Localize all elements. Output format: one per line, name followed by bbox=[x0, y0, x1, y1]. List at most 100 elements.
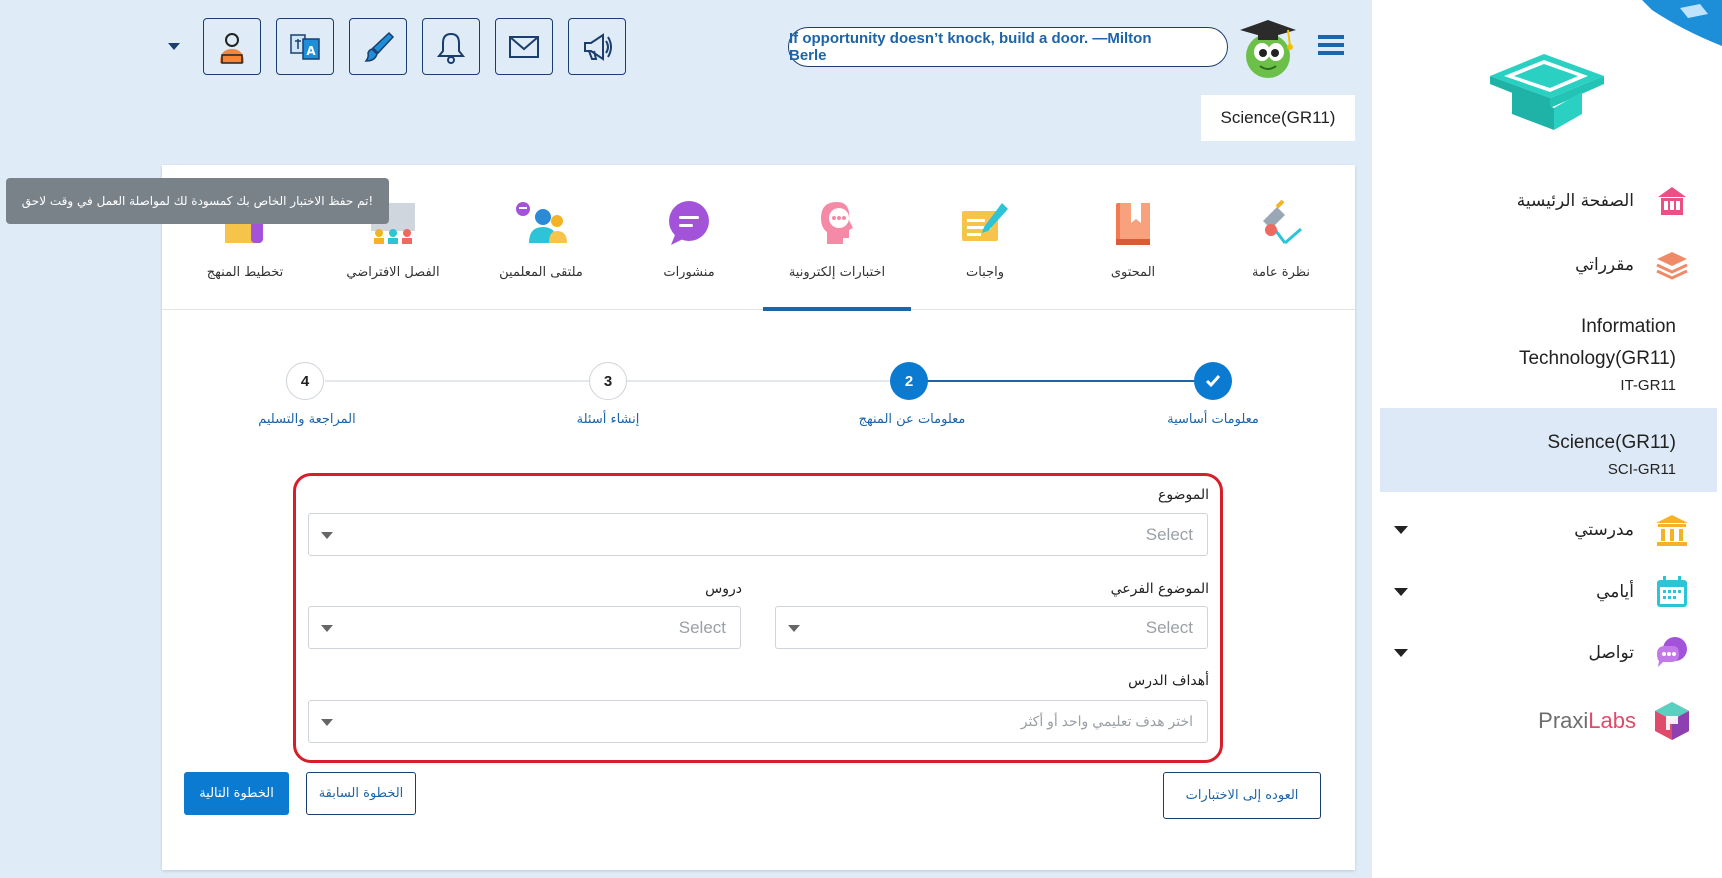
posts-bubble-icon bbox=[661, 197, 717, 249]
sidebar-item-label: مدرستي bbox=[1574, 520, 1634, 540]
course-title: Information bbox=[1580, 316, 1676, 337]
tab-e-quizzes[interactable]: اختبارات إلكترونية bbox=[763, 165, 911, 311]
sidebar-item-home[interactable]: الصفحة الرئيسية bbox=[1372, 176, 1722, 226]
course-title: Science(GR11) bbox=[1547, 432, 1676, 453]
teachers-forum-icon bbox=[513, 197, 569, 249]
objectives-select[interactable]: اختر هدف تعليمي واحد أو أكثر bbox=[308, 700, 1208, 743]
teacher-profile-icon bbox=[220, 32, 244, 64]
chevron-down-icon bbox=[788, 625, 800, 632]
lessons-select[interactable]: Select bbox=[308, 606, 741, 649]
chevron-down-icon[interactable] bbox=[1394, 526, 1408, 534]
school-logo-icon bbox=[1490, 54, 1604, 130]
course-item-it[interactable]: Information Technology(GR11) IT-GR11 bbox=[1519, 311, 1676, 397]
course-code: SCI-GR11 bbox=[1607, 461, 1676, 478]
labs-text: Labs bbox=[1588, 708, 1636, 733]
subtopic-select[interactable]: Select bbox=[775, 606, 1208, 649]
step-1-done[interactable] bbox=[1194, 362, 1232, 400]
sidebar-item-label: تواصل bbox=[1588, 643, 1634, 663]
tab-overview[interactable]: نظرة عامة bbox=[1207, 165, 1355, 310]
objectives-label: أهداف الدرس bbox=[1128, 673, 1209, 689]
lessons-placeholder: Select bbox=[678, 617, 726, 637]
tab-label: تخطيط المنهج bbox=[206, 265, 284, 280]
tab-label: ملتقى المعلمين bbox=[499, 265, 583, 280]
sidebar-group-my-days[interactable]: أيامي bbox=[1372, 567, 1722, 617]
tab-label: المحتوى bbox=[1110, 265, 1156, 280]
daily-quote: If opportunity doesn’t knock, build a do… bbox=[788, 27, 1228, 67]
topic-placeholder: Select bbox=[1145, 524, 1193, 544]
megaphone-icon bbox=[584, 32, 612, 61]
topic-label: الموضوع bbox=[1158, 487, 1209, 503]
praxilabs-logo-text: PraxiLabs bbox=[1538, 708, 1636, 734]
subtopic-placeholder: Select bbox=[1145, 617, 1193, 637]
current-course-chip: Science(GR11) bbox=[1201, 95, 1355, 141]
teacher-profile-button[interactable] bbox=[203, 18, 261, 75]
objectives-placeholder: اختر هدف تعليمي واحد أو أكثر bbox=[1020, 713, 1193, 729]
back-to-quizzes-button[interactable]: العوده إلى الاختبارات bbox=[1163, 772, 1321, 819]
bell-icon bbox=[436, 32, 466, 64]
sidebar-group-communication[interactable]: تواصل bbox=[1372, 628, 1722, 678]
subtopic-label: الموضوع الفرعي bbox=[1110, 581, 1209, 597]
course-title: Technology(GR11) bbox=[1518, 348, 1676, 369]
chevron-down-icon[interactable] bbox=[1394, 649, 1408, 657]
praxi-text: Praxi bbox=[1538, 708, 1589, 733]
praxilabs-cube-icon bbox=[1655, 702, 1689, 740]
course-code: IT-GR11 bbox=[1620, 377, 1676, 394]
school-icon bbox=[1652, 510, 1692, 550]
sidebar-item-label: الصفحة الرئيسية bbox=[1516, 191, 1634, 211]
praxilabs-link[interactable]: PraxiLabs bbox=[1538, 700, 1692, 742]
sidebar-item-label: أيامي bbox=[1596, 582, 1634, 602]
step-2-label: معلومات عن المنهج bbox=[858, 412, 966, 427]
tab-label: اختبارات إلكترونية bbox=[788, 265, 886, 280]
chevron-down-icon bbox=[321, 625, 333, 632]
tab-teachers-forum[interactable]: ملتقى المعلمين bbox=[467, 165, 615, 310]
sidebar-item-label: مقرراتي bbox=[1575, 255, 1634, 275]
theme-brush-button[interactable] bbox=[349, 18, 407, 75]
translate-icon: A bbox=[290, 33, 320, 60]
tab-label: الفصل الافتراضي bbox=[346, 265, 440, 280]
tab-posts[interactable]: منشورات bbox=[615, 165, 763, 310]
messages-button[interactable] bbox=[495, 18, 553, 75]
mascot-icon bbox=[1240, 20, 1296, 78]
sidebar-group-my-school[interactable]: مدرستي bbox=[1372, 505, 1722, 555]
notifications-button[interactable] bbox=[422, 18, 480, 75]
announcements-button[interactable] bbox=[568, 18, 626, 75]
step-1-label: معلومات أساسية bbox=[1167, 412, 1259, 427]
translate-button[interactable]: A bbox=[276, 18, 334, 75]
tab-label: نظرة عامة bbox=[1251, 265, 1311, 280]
svg-text:A: A bbox=[306, 44, 316, 58]
tab-assignments[interactable]: واجبات bbox=[911, 165, 1059, 310]
sidebar-item-my-courses[interactable]: مقرراتي bbox=[1372, 240, 1722, 290]
step-4-label: المراجعة والتسليم bbox=[258, 412, 356, 427]
assignment-pen-icon bbox=[957, 197, 1013, 249]
chat-icon bbox=[1652, 633, 1692, 673]
tab-label: واجبات bbox=[965, 265, 1005, 280]
topic-select[interactable]: Select bbox=[308, 513, 1208, 556]
profile-menu-caret-icon[interactable] bbox=[168, 43, 180, 50]
stepper-progress bbox=[908, 380, 1210, 382]
calendar-icon bbox=[1652, 572, 1692, 612]
course-item-science[interactable]: Science(GR11) SCI-GR11 bbox=[1548, 427, 1676, 481]
sidebar: الصفحة الرئيسية مقرراتي Information Tech… bbox=[1372, 0, 1722, 878]
corner-ribbon-icon bbox=[1642, 0, 1722, 46]
next-step-button[interactable]: الخطوة التالية bbox=[184, 772, 289, 815]
step-2-current[interactable]: 2 bbox=[890, 362, 928, 400]
hamburger-menu-icon[interactable] bbox=[1318, 33, 1344, 57]
step-3[interactable]: 3 bbox=[589, 362, 627, 400]
chevron-down-icon bbox=[321, 532, 333, 539]
step-3-label: إنشاء أسئلة bbox=[576, 412, 640, 427]
draft-saved-toast: !تم حفظ الاختبار الخاص بك كمسودة لك لموا… bbox=[6, 178, 389, 224]
brush-icon bbox=[364, 31, 395, 62]
tab-label: منشورات bbox=[663, 265, 715, 280]
chevron-down-icon[interactable] bbox=[1394, 588, 1408, 596]
step-4[interactable]: 4 bbox=[286, 362, 324, 400]
courses-stack-icon bbox=[1652, 245, 1692, 285]
previous-step-button[interactable]: الخطوة السابقة bbox=[306, 772, 416, 815]
mail-icon bbox=[509, 35, 539, 58]
quiz-head-icon bbox=[809, 197, 865, 249]
tab-content[interactable]: المحتوى bbox=[1059, 165, 1207, 310]
lessons-label: دروس bbox=[705, 581, 742, 597]
home-icon bbox=[1652, 181, 1692, 221]
check-icon bbox=[1205, 375, 1221, 388]
chevron-down-icon bbox=[321, 719, 333, 726]
book-icon bbox=[1105, 197, 1161, 249]
